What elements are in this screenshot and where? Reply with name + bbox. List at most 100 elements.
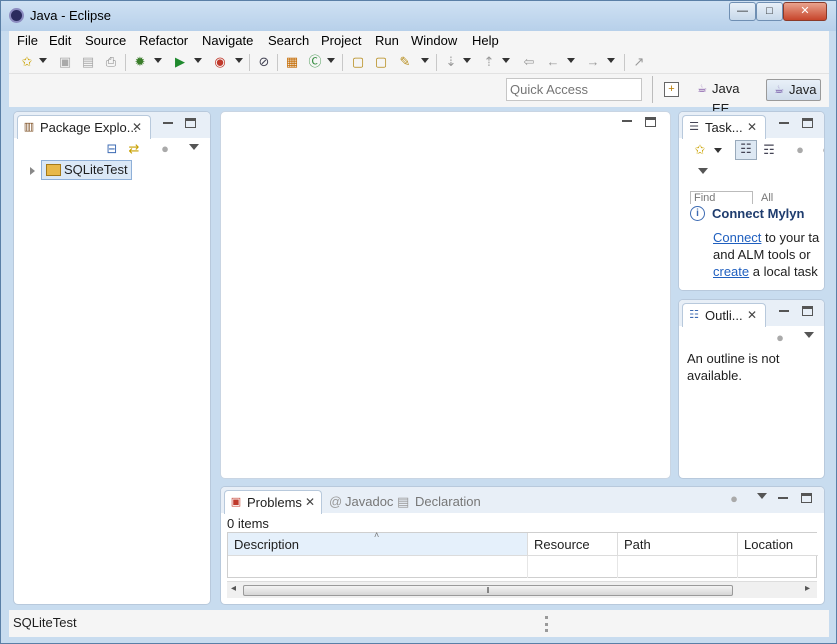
scrollbar-thumb[interactable]: ‖ [243, 585, 733, 596]
close-tab-icon[interactable]: ✕ [305, 495, 315, 509]
minimize-view-icon[interactable] [779, 310, 789, 312]
maximize-button[interactable]: □ [756, 2, 783, 21]
focus-active-task-icon[interactable]: ● [772, 330, 788, 346]
open-type-icon[interactable]: ▢ [350, 54, 366, 70]
collapse-all-icon[interactable]: ⊟ [104, 141, 120, 157]
connect-link[interactable]: Connect [713, 230, 761, 245]
close-tab-icon[interactable]: ✕ [132, 120, 142, 134]
minimize-button[interactable]: — [729, 2, 756, 21]
new-task-dropdown-icon[interactable] [714, 148, 722, 153]
save-icon[interactable]: ▣ [57, 54, 73, 70]
menu-run[interactable]: Run [375, 33, 399, 48]
eclipse-icon [9, 8, 24, 23]
tab-task-list[interactable]: ☰ Task... ✕ [682, 115, 766, 139]
close-tab-icon[interactable]: ✕ [747, 120, 757, 134]
scheduled-icon[interactable]: ☶ [761, 142, 777, 158]
column-location[interactable]: Location [738, 533, 818, 556]
next-annotation-icon[interactable]: ⇣ [443, 54, 459, 70]
skip-breakpoints-icon[interactable]: ⊘ [256, 54, 272, 70]
maximize-editor-icon[interactable] [645, 117, 656, 127]
minimize-editor-icon[interactable] [622, 120, 632, 122]
view-menu-icon[interactable] [757, 493, 767, 499]
new-class-dropdown-icon[interactable] [327, 58, 335, 63]
menu-source[interactable]: Source [85, 33, 126, 48]
focus-active-task-icon[interactable]: ● [157, 141, 173, 157]
create-link[interactable]: create [713, 264, 749, 279]
last-edit-location-icon[interactable]: ⇦ [521, 54, 537, 70]
run-dropdown-icon[interactable] [194, 58, 202, 63]
menu-navigate[interactable]: Navigate [202, 33, 253, 48]
run-icon[interactable]: ▶ [172, 54, 188, 70]
tree-expand-icon[interactable] [30, 167, 35, 175]
toolbar-separator [249, 54, 250, 71]
categorized-icon[interactable]: ☷ [735, 140, 757, 160]
previous-annotation-icon[interactable]: ⇡ [481, 54, 497, 70]
new-task-icon[interactable]: ✩ [692, 142, 708, 158]
focus-workweek-icon[interactable]: ● [792, 142, 808, 158]
search-icon[interactable]: ✎ [397, 54, 413, 70]
menu-edit[interactable]: Edit [49, 33, 71, 48]
tab-javadoc[interactable]: @ Javadoc [327, 494, 393, 509]
status-grip-icon[interactable] [545, 616, 548, 632]
new-dropdown-icon[interactable] [39, 58, 47, 63]
tree-item-project[interactable]: SQLiteTest [41, 160, 132, 180]
back-icon[interactable]: ← [545, 54, 561, 70]
menu-help[interactable]: Help [472, 33, 499, 48]
tab-package-explorer[interactable]: ▥ Package Explo... ✕ [17, 115, 151, 139]
back-dropdown-icon[interactable] [567, 58, 575, 63]
perspective-java[interactable]: ☕ Java [766, 79, 821, 101]
debug-icon[interactable]: ✹ [132, 54, 148, 70]
menu-refactor[interactable]: Refactor [139, 33, 188, 48]
scroll-left-icon[interactable]: ◂ [231, 583, 236, 594]
next-annotation-dropdown-icon[interactable] [463, 58, 471, 63]
maximize-view-icon[interactable] [802, 118, 813, 128]
view-menu-icon[interactable] [189, 144, 199, 150]
tab-declaration[interactable]: ▤ Declaration [397, 494, 481, 509]
perspective-java-ee[interactable]: ☕ Java EE [690, 79, 760, 116]
perspective-separator [652, 76, 653, 103]
column-resource[interactable]: Resource [528, 533, 618, 556]
tab-problems[interactable]: ▣ Problems ✕ [224, 490, 322, 514]
print-icon[interactable]: ⎙ [103, 54, 119, 70]
pin-editor-icon[interactable]: ↗ [631, 54, 647, 70]
external-tools-dropdown-icon[interactable] [235, 58, 243, 63]
close-button[interactable]: ✕ [783, 2, 827, 21]
forward-dropdown-icon[interactable] [607, 58, 615, 63]
view-menu-icon[interactable] [698, 168, 708, 174]
menu-file[interactable]: File [17, 33, 38, 48]
column-description[interactable]: Description ˄ [228, 530, 528, 556]
maximize-view-icon[interactable] [185, 118, 196, 128]
overflow-icon[interactable]: ● [818, 142, 824, 158]
close-tab-icon[interactable]: ✕ [747, 308, 757, 322]
menu-search[interactable]: Search [268, 33, 309, 48]
new-icon[interactable]: ✩ [19, 54, 35, 70]
debug-dropdown-icon[interactable] [154, 58, 162, 63]
view-menu-icon[interactable] [804, 332, 814, 338]
find-task-input[interactable]: Find [690, 191, 753, 204]
focus-active-task-icon[interactable]: ● [726, 491, 742, 507]
scroll-right-icon[interactable]: ▸ [805, 583, 810, 594]
save-all-icon[interactable]: ▤ [80, 54, 96, 70]
minimize-view-icon[interactable] [779, 122, 789, 124]
forward-icon[interactable]: → [585, 54, 601, 70]
search-dropdown-icon[interactable] [421, 58, 429, 63]
maximize-view-icon[interactable] [802, 306, 813, 316]
previous-annotation-dropdown-icon[interactable] [502, 58, 510, 63]
menu-project[interactable]: Project [321, 33, 361, 48]
link-with-editor-icon[interactable]: ⇄ [126, 141, 142, 157]
tab-outline-label: Outli... [705, 308, 743, 323]
quick-access-input[interactable] [506, 78, 642, 101]
menu-window[interactable]: Window [411, 33, 457, 48]
open-perspective-icon[interactable]: + [664, 82, 679, 97]
column-path[interactable]: Path [618, 533, 738, 556]
new-java-class-icon[interactable]: Ⓒ [307, 54, 323, 70]
all-filter[interactable]: All [761, 192, 773, 204]
minimize-view-icon[interactable] [778, 497, 788, 499]
new-java-package-icon[interactable]: ▦ [284, 54, 300, 70]
maximize-view-icon[interactable] [801, 493, 812, 503]
external-tools-icon[interactable]: ◉ [212, 54, 228, 70]
horizontal-scrollbar[interactable]: ◂ ‖ ▸ [227, 581, 817, 598]
tab-outline[interactable]: ☷ Outli... ✕ [682, 303, 766, 327]
open-task-icon[interactable]: ▢ [373, 54, 389, 70]
minimize-view-icon[interactable] [163, 122, 173, 124]
